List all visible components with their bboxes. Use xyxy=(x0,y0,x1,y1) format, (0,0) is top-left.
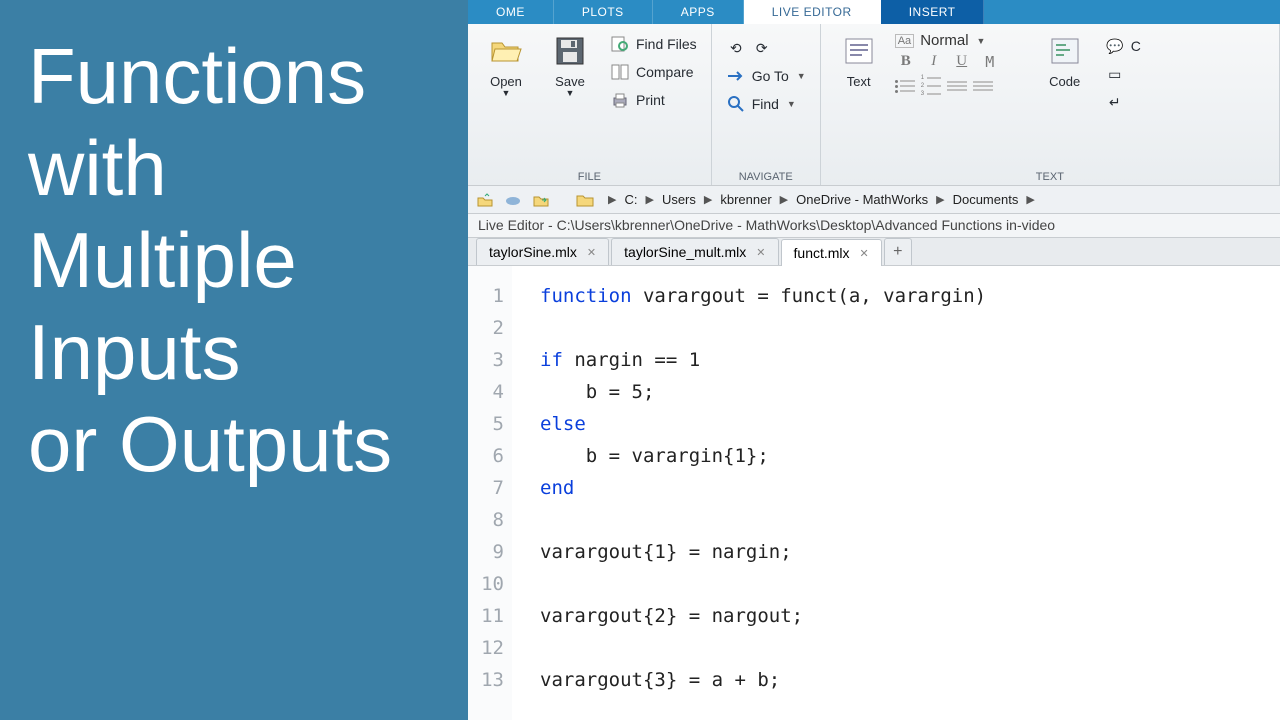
folder-go-icon[interactable] xyxy=(530,190,552,210)
breadcrumb: ▶ C:▶ Users▶ kbrenner▶ OneDrive - MathWo… xyxy=(602,192,1041,207)
ribbon: Open ▼ Save ▼ Find Files xyxy=(468,24,1280,186)
toolstrip-tabs: OME PLOTS APPS LIVE EDITOR INSERT xyxy=(468,0,1280,24)
breadcrumb-seg[interactable]: OneDrive - MathWorks xyxy=(794,192,930,207)
close-icon[interactable]: ✕ xyxy=(587,246,596,259)
ribbon-group-label: TEXT xyxy=(831,167,1269,183)
doc-tab-label: taylorSine_mult.mlx xyxy=(624,244,746,260)
open-button[interactable]: Open ▼ xyxy=(478,30,534,98)
find-files-icon xyxy=(610,35,630,53)
breadcrumb-seg[interactable]: kbrenner xyxy=(718,192,773,207)
banner-title: FunctionswithMultipleInputsor Outputs xyxy=(28,30,440,490)
text-label: Text xyxy=(847,74,871,89)
code-editor[interactable]: 123 456 789 101112 13 function varargout… xyxy=(468,266,1280,720)
document-tabs: taylorSine.mlx ✕ taylorSine_mult.mlx ✕ fun… xyxy=(468,238,1280,266)
monospace-button[interactable]: M xyxy=(979,53,1001,73)
underline-button[interactable]: U xyxy=(951,53,973,73)
section-icon: ▭ xyxy=(1105,65,1125,83)
printer-icon xyxy=(610,91,630,109)
chevron-right-icon: ▶ xyxy=(602,193,622,206)
find-button[interactable]: Find▼ xyxy=(722,92,810,116)
path-toolbar: ▶ C:▶ Users▶ kbrenner▶ OneDrive - MathWo… xyxy=(468,186,1280,214)
tab-apps[interactable]: APPS xyxy=(653,0,744,24)
comment-icon: 💬 xyxy=(1105,37,1125,55)
tab-insert[interactable]: INSERT xyxy=(881,0,985,24)
numbered-list-button[interactable]: 123 xyxy=(921,77,941,95)
goto-button[interactable]: Go To▼ xyxy=(722,64,810,88)
find-files-button[interactable]: Find Files xyxy=(606,32,701,56)
folder-icon[interactable] xyxy=(574,190,596,210)
compare-icon xyxy=(610,63,630,81)
refactor-2[interactable]: ▭ xyxy=(1101,62,1145,86)
tab-home[interactable]: OME xyxy=(468,0,554,24)
arrow-left-icon: ⟲ xyxy=(726,39,746,57)
code-label: Code xyxy=(1049,74,1080,89)
save-button[interactable]: Save ▼ xyxy=(542,30,598,98)
doc-tab[interactable]: taylorSine.mlx ✕ xyxy=(476,238,609,265)
folder-up-icon[interactable] xyxy=(474,190,496,210)
dropdown-icon: ▼ xyxy=(502,88,511,98)
breadcrumb-seg[interactable]: Documents xyxy=(951,192,1021,207)
refactor-3[interactable]: ↵ xyxy=(1101,90,1145,114)
title-banner: FunctionswithMultipleInputsor Outputs xyxy=(0,0,468,720)
bullet-list-button[interactable] xyxy=(895,77,915,95)
app-window: OME PLOTS APPS LIVE EDITOR INSERT Open ▼ xyxy=(468,0,1280,720)
compare-button[interactable]: Compare xyxy=(606,60,701,84)
align-options-button[interactable] xyxy=(973,77,993,95)
doc-tab-active[interactable]: funct.mlx ✕ xyxy=(781,239,882,266)
print-label: Print xyxy=(636,92,665,108)
text-icon xyxy=(842,34,876,68)
magnifier-icon xyxy=(726,95,746,113)
text-button[interactable]: Text xyxy=(831,30,887,89)
breadcrumb-seg[interactable]: C: xyxy=(622,192,639,207)
ribbon-group-file: Open ▼ Save ▼ Find Files xyxy=(468,24,712,185)
find-files-label: Find Files xyxy=(636,36,697,52)
floppy-disk-icon xyxy=(553,34,587,68)
code-button[interactable]: Code xyxy=(1037,30,1093,89)
nav-back-forward[interactable]: ⟲ ⟳ xyxy=(722,36,810,60)
doc-tab-label: taylorSine.mlx xyxy=(489,244,577,260)
style-dropdown[interactable]: Aa Normal▼ xyxy=(895,32,1001,49)
code-area[interactable]: function varargout = funct(a, varargin) … xyxy=(512,266,1280,720)
code-icon xyxy=(1048,34,1082,68)
tab-plots[interactable]: PLOTS xyxy=(554,0,653,24)
close-icon[interactable]: ✕ xyxy=(860,247,869,260)
open-label: Open xyxy=(490,74,522,89)
save-label: Save xyxy=(555,74,585,89)
document-title-bar: Live Editor - C:\Users\kbrenner\OneDrive… xyxy=(468,214,1280,238)
folder-open-icon xyxy=(489,34,523,68)
style-label: Normal xyxy=(920,32,968,49)
print-button[interactable]: Print xyxy=(606,88,701,112)
italic-button[interactable]: I xyxy=(923,53,945,73)
doc-tab-label: funct.mlx xyxy=(794,245,850,261)
doc-tab[interactable]: taylorSine_mult.mlx ✕ xyxy=(611,238,778,265)
cloud-icon[interactable] xyxy=(502,190,524,210)
ribbon-group-label: NAVIGATE xyxy=(722,167,810,183)
aa-icon: Aa xyxy=(895,34,914,48)
refactor-1[interactable]: 💬C xyxy=(1101,34,1145,58)
wrap-icon: ↵ xyxy=(1105,93,1125,111)
ribbon-group-label: FILE xyxy=(478,167,701,183)
ribbon-group-text: Text Aa Normal▼ B I U M 123 xyxy=(821,24,1280,185)
arrow-right-icon: ⟳ xyxy=(752,39,772,57)
breadcrumb-seg[interactable]: Users xyxy=(660,192,698,207)
tab-live-editor[interactable]: LIVE EDITOR xyxy=(744,0,881,24)
compare-label: Compare xyxy=(636,64,694,80)
align-left-button[interactable] xyxy=(947,77,967,95)
dropdown-icon: ▼ xyxy=(566,88,575,98)
goto-icon xyxy=(726,67,746,85)
new-tab-button[interactable]: + xyxy=(884,238,912,265)
line-gutter: 123 456 789 101112 13 xyxy=(468,266,512,720)
bold-button[interactable]: B xyxy=(895,53,917,73)
ribbon-group-navigate: ⟲ ⟳ Go To▼ Find▼ NAVIGATE xyxy=(712,24,821,185)
find-label: Find xyxy=(752,96,779,112)
goto-label: Go To xyxy=(752,68,789,84)
close-icon[interactable]: ✕ xyxy=(756,246,765,259)
